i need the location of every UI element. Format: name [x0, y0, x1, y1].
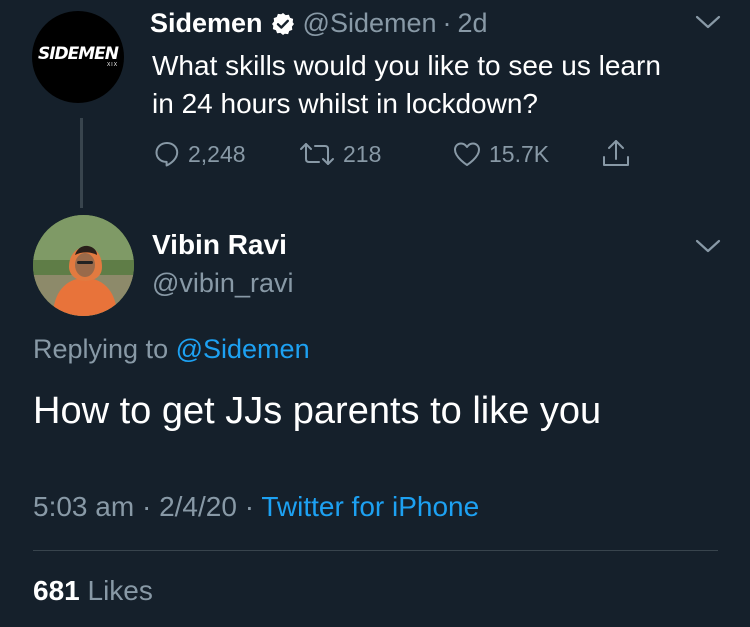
meta-separator: · — [244, 491, 255, 522]
parent-tweet-line1: What skills would you like to see us lea… — [152, 50, 661, 81]
parent-display-name[interactable]: Sidemen — [150, 8, 263, 39]
share-icon — [603, 140, 629, 166]
retweet-icon — [300, 143, 334, 165]
reply-display-name[interactable]: Vibin Ravi — [152, 229, 287, 261]
divider — [33, 550, 718, 551]
vibin-ravi-avatar[interactable] — [33, 215, 134, 316]
tweet-date: 2/4/20 — [159, 491, 237, 522]
parent-tweet-line2: in 24 hours whilst in lockdown? — [152, 88, 538, 119]
replying-to-link[interactable]: @Sidemen — [176, 334, 310, 364]
tweet-time: 5:03 am — [33, 491, 135, 522]
share-button[interactable] — [600, 138, 639, 170]
verified-badge-icon — [271, 12, 295, 36]
like-count: 15.7K — [489, 140, 550, 167]
reply-tweet-text: How to get JJs parents to like you — [33, 390, 602, 432]
reply-handle[interactable]: @vibin_ravi — [152, 268, 293, 299]
chevron-down-icon[interactable] — [694, 12, 722, 37]
retweet-button[interactable]: 218 — [298, 140, 381, 168]
like-button[interactable]: 15.7K — [452, 140, 549, 168]
reply-count: 2,248 — [188, 140, 246, 167]
likes-summary[interactable]: 681 Likes — [33, 575, 153, 607]
sidemen-avatar[interactable]: SIDEMEN XIX — [32, 11, 124, 103]
reply-button[interactable]: 2,248 — [153, 140, 246, 168]
avatar-logo-text: SIDEMEN — [37, 44, 119, 64]
parent-tweet-text: What skills would you like to see us lea… — [152, 47, 732, 123]
parent-tweet-header: Sidemen @Sidemen · 2d — [150, 8, 488, 39]
replying-to-line: Replying to @Sidemen — [33, 334, 310, 365]
reply-icon — [155, 142, 179, 167]
thread-connector-line — [80, 118, 83, 208]
tweet-source-link[interactable]: Twitter for iPhone — [261, 491, 479, 522]
tweet-metadata: 5:03 am · 2/4/20 · Twitter for iPhone — [33, 491, 479, 523]
header-separator: · — [442, 8, 452, 38]
meta-separator: · — [141, 491, 152, 522]
parent-tweet-age: 2d — [457, 8, 488, 38]
replying-to-prefix: Replying to — [33, 334, 169, 364]
like-icon — [454, 142, 480, 166]
parent-handle[interactable]: @Sidemen — [303, 8, 437, 39]
retweet-count: 218 — [343, 140, 382, 167]
likes-count: 681 — [33, 575, 80, 606]
likes-label: Likes — [87, 575, 153, 606]
chevron-down-icon[interactable] — [694, 236, 722, 261]
